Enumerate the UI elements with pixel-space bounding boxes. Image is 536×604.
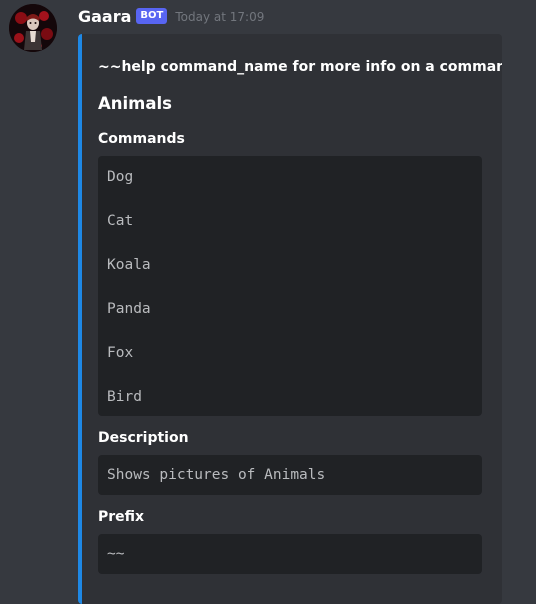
avatar[interactable] <box>9 4 57 52</box>
bot-badge: BOT <box>136 8 168 24</box>
embed-accent-bar <box>78 34 82 604</box>
code-line: Dog <box>107 169 134 185</box>
code-line: Fox <box>107 345 134 361</box>
code-block-commands: Dog Cat Koala Panda Fox Bird <box>98 156 482 416</box>
field-name-description: Description <box>98 430 189 446</box>
message-header: Gaara BOT Today at 17:09 <box>78 5 264 29</box>
username[interactable]: Gaara <box>78 6 131 28</box>
code-line: Bird <box>107 389 142 405</box>
avatar-image <box>9 4 57 52</box>
timestamp[interactable]: Today at 17:09 <box>175 6 264 28</box>
embed-description: ~~help command_name for more info on a c… <box>98 59 502 75</box>
code-line: Panda <box>107 301 151 317</box>
code-line: Cat <box>107 213 134 229</box>
code-line: ~~ <box>107 546 125 562</box>
field-name-commands: Commands <box>98 131 185 147</box>
code-block-description: Shows pictures of Animals <box>98 455 482 495</box>
code-line: Shows pictures of Animals <box>107 467 326 483</box>
field-name-prefix: Prefix <box>98 509 145 525</box>
code-line: Koala <box>107 257 151 273</box>
code-block-prefix: ~~ <box>98 534 482 574</box>
embed: ~~help command_name for more info on a c… <box>78 34 502 604</box>
embed-title: Animals <box>98 94 172 113</box>
